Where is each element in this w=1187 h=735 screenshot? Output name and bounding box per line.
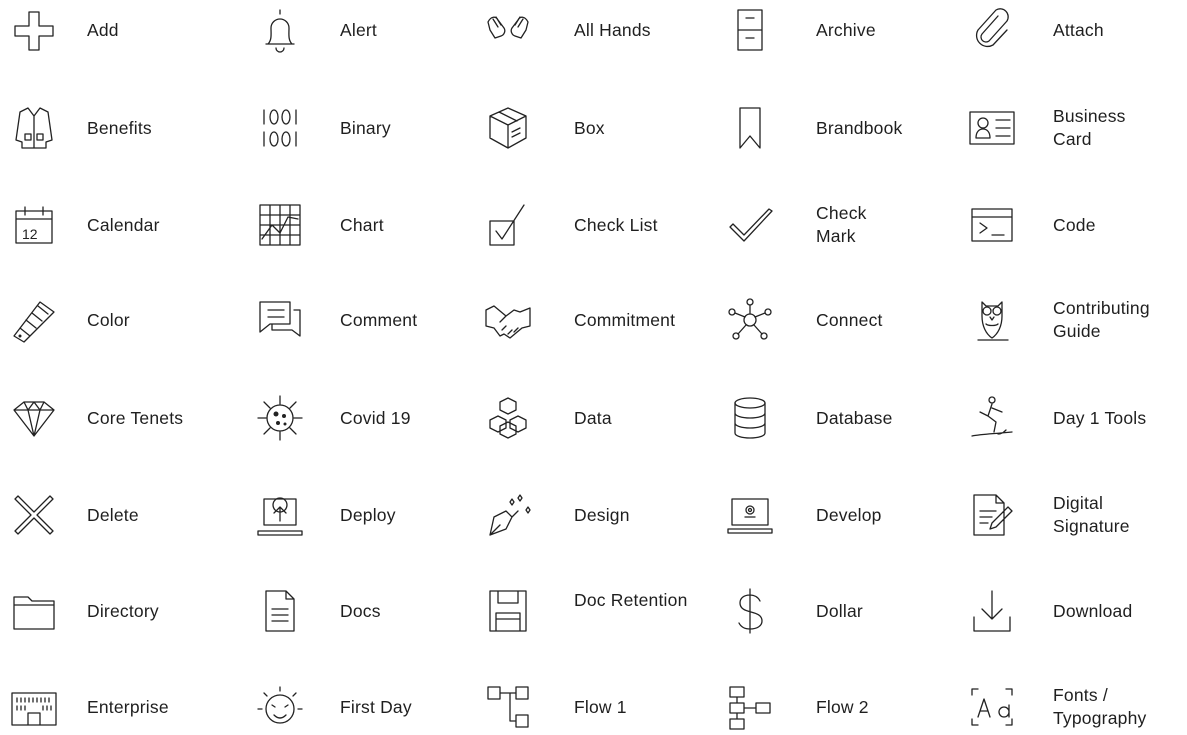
checkmark-icon xyxy=(722,197,778,253)
diamond-icon xyxy=(6,390,62,446)
color-swatch-icon xyxy=(6,292,62,348)
icon-label: Download xyxy=(1053,600,1133,621)
bookmark-icon xyxy=(722,100,778,156)
icon-label: Flow 2 xyxy=(816,696,869,717)
icon-label: Develop xyxy=(816,504,882,525)
handshake-icon xyxy=(480,292,536,348)
icon-label: Dollar xyxy=(816,600,863,621)
binary-icon xyxy=(252,100,308,156)
lab-coat-icon xyxy=(6,100,62,156)
network-icon xyxy=(722,292,778,348)
icon-label: Box xyxy=(574,117,605,138)
svg-text:12: 12 xyxy=(22,226,38,242)
virus-icon xyxy=(252,390,308,446)
icon-label: Contributing Guide xyxy=(1053,298,1150,341)
plus-icon xyxy=(6,2,62,58)
icon-label: Business Card xyxy=(1053,106,1126,149)
document-pen-icon xyxy=(964,487,1020,543)
icon-label: Core Tenets xyxy=(87,407,184,428)
icon-label: Archive xyxy=(816,19,876,40)
icon-label: Flow 1 xyxy=(574,696,627,717)
floppy-disk-icon xyxy=(480,583,536,639)
icon-label: Check Mark xyxy=(816,203,867,246)
checkbox-icon xyxy=(480,197,536,253)
icon-label: Code xyxy=(1053,214,1096,235)
document-icon xyxy=(252,583,308,639)
icon-label: Day 1 Tools xyxy=(1053,407,1147,428)
file-cabinet-icon xyxy=(722,2,778,58)
icon-label: Color xyxy=(87,309,130,330)
icon-label: Alert xyxy=(340,19,377,40)
chart-icon xyxy=(252,197,308,253)
bell-icon xyxy=(252,2,308,58)
paperclip-icon xyxy=(964,2,1020,58)
box-icon xyxy=(480,100,536,156)
hands-icon xyxy=(480,2,536,58)
icon-label: Docs xyxy=(340,600,381,621)
dollar-icon xyxy=(722,583,778,639)
icon-label: Benefits xyxy=(87,117,152,138)
database-icon xyxy=(722,390,778,446)
download-icon xyxy=(964,583,1020,639)
terminal-icon xyxy=(964,197,1020,253)
icon-label: Directory xyxy=(87,600,159,621)
icon-label: Enterprise xyxy=(87,696,169,717)
x-icon xyxy=(6,487,62,543)
folder-icon xyxy=(6,583,62,639)
icon-label: Connect xyxy=(816,309,883,330)
surfer-icon xyxy=(964,390,1020,446)
icon-label: Doc Retention xyxy=(574,590,688,610)
icon-label: Database xyxy=(816,407,893,428)
id-card-icon xyxy=(964,100,1020,156)
icon-label: Brandbook xyxy=(816,117,903,138)
icon-label: Fonts / Typography xyxy=(1053,685,1147,728)
laptop-upload-icon xyxy=(252,487,308,543)
icon-label: Comment xyxy=(340,309,418,330)
icon-label: Attach xyxy=(1053,19,1104,40)
icon-label: Deploy xyxy=(340,504,396,525)
icon-label: Data xyxy=(574,407,612,428)
icon-label: Check List xyxy=(574,214,658,235)
icon-label: Digital Signature xyxy=(1053,493,1130,536)
icon-label: Covid 19 xyxy=(340,407,411,428)
calendar-icon: 12 xyxy=(6,197,62,253)
icon-label: Add xyxy=(87,19,119,40)
icon-label: Design xyxy=(574,504,630,525)
icon-label: Binary xyxy=(340,117,391,138)
comment-icon xyxy=(252,292,308,348)
icon-label: First Day xyxy=(340,696,412,717)
icon-label: Calendar xyxy=(87,214,160,235)
cubes-icon xyxy=(480,390,536,446)
icon-label: Commitment xyxy=(574,309,676,330)
pen-nib-icon xyxy=(480,487,536,543)
owl-icon xyxy=(964,292,1020,348)
icon-label: Chart xyxy=(340,214,384,235)
icon-label: All Hands xyxy=(574,19,651,40)
icon-label: Delete xyxy=(87,504,139,525)
laptop-gear-icon xyxy=(722,487,778,543)
